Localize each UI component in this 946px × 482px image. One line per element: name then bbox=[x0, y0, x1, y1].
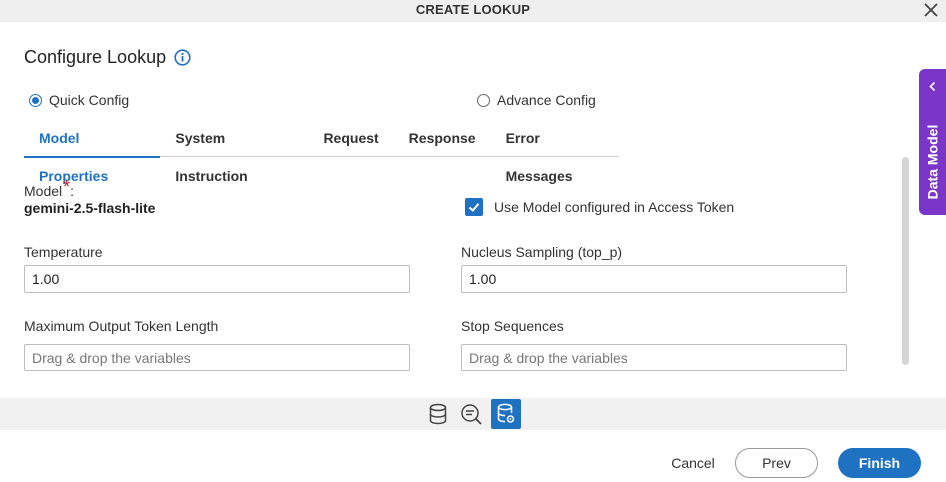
dialog-titlebar: CREATE LOOKUP bbox=[0, 0, 946, 22]
model-label-colon: : bbox=[70, 183, 75, 199]
required-marker: * bbox=[63, 177, 71, 197]
quick-config-label: Quick Config bbox=[49, 92, 130, 108]
advance-config-label: Advance Config bbox=[497, 92, 596, 108]
prev-button[interactable]: Prev bbox=[735, 448, 818, 478]
radio-indicator[interactable] bbox=[477, 93, 490, 107]
search-list-icon-button[interactable] bbox=[457, 399, 487, 429]
chevron-left-icon[interactable] bbox=[927, 81, 938, 92]
temperature-label: Temperature bbox=[24, 244, 103, 260]
close-icon[interactable] bbox=[922, 1, 940, 19]
data-model-label-wrap: Data Model bbox=[921, 114, 943, 209]
model-value: gemini-2.5-flash-lite bbox=[24, 200, 156, 216]
database-icon-button[interactable] bbox=[423, 399, 453, 429]
use-model-label: Use Model configured in Access Token bbox=[494, 199, 735, 215]
database-icon bbox=[429, 403, 447, 425]
info-icon[interactable] bbox=[174, 49, 191, 66]
radio-indicator-selected[interactable] bbox=[29, 93, 42, 107]
model-label: Model*: bbox=[24, 177, 75, 201]
dialog-title: CREATE LOOKUP bbox=[415, 2, 531, 17]
search-list-icon bbox=[461, 404, 482, 425]
tab-error-messages[interactable]: Error Messages bbox=[491, 119, 619, 184]
quick-config-radio[interactable]: Quick Config bbox=[29, 92, 129, 108]
tab-system-instruction[interactable]: System Instruction bbox=[160, 119, 308, 184]
database-settings-icon bbox=[497, 403, 515, 423]
stop-sequences-label: Stop Sequences bbox=[461, 318, 564, 334]
top-p-input[interactable] bbox=[461, 265, 847, 293]
max-tokens-label: Maximum Output Token Length bbox=[24, 318, 219, 334]
max-tokens-input[interactable] bbox=[24, 344, 410, 371]
tab-response[interactable]: Response bbox=[394, 119, 491, 157]
bottom-icon-bar bbox=[0, 398, 946, 430]
page-title: Configure Lookup bbox=[24, 47, 167, 67]
model-label-text: Model bbox=[24, 183, 63, 199]
tab-request[interactable]: Request bbox=[308, 119, 393, 157]
data-model-label: Data Model bbox=[924, 124, 940, 199]
checkmark-icon bbox=[468, 203, 480, 212]
use-model-checkbox[interactable] bbox=[465, 198, 483, 216]
stop-sequences-input[interactable] bbox=[461, 344, 847, 371]
scrollbar-thumb[interactable] bbox=[902, 157, 909, 365]
cancel-button[interactable]: Cancel bbox=[662, 450, 724, 476]
use-model-checkbox-row[interactable]: Use Model configured in Access Token bbox=[465, 198, 734, 216]
top-p-label: Nucleus Sampling (top_p) bbox=[461, 244, 623, 260]
advance-config-radio[interactable]: Advance Config bbox=[477, 92, 596, 108]
temperature-input[interactable] bbox=[24, 265, 410, 293]
tab-bar: Model Properties System Instruction Requ… bbox=[24, 119, 619, 184]
data-model-panel-tab[interactable]: Data Model bbox=[919, 69, 946, 215]
tab-model-properties[interactable]: Model Properties bbox=[24, 119, 161, 184]
database-settings-icon-button[interactable] bbox=[491, 399, 521, 429]
page-heading: Configure Lookup bbox=[24, 47, 191, 68]
finish-button[interactable]: Finish bbox=[838, 448, 921, 478]
